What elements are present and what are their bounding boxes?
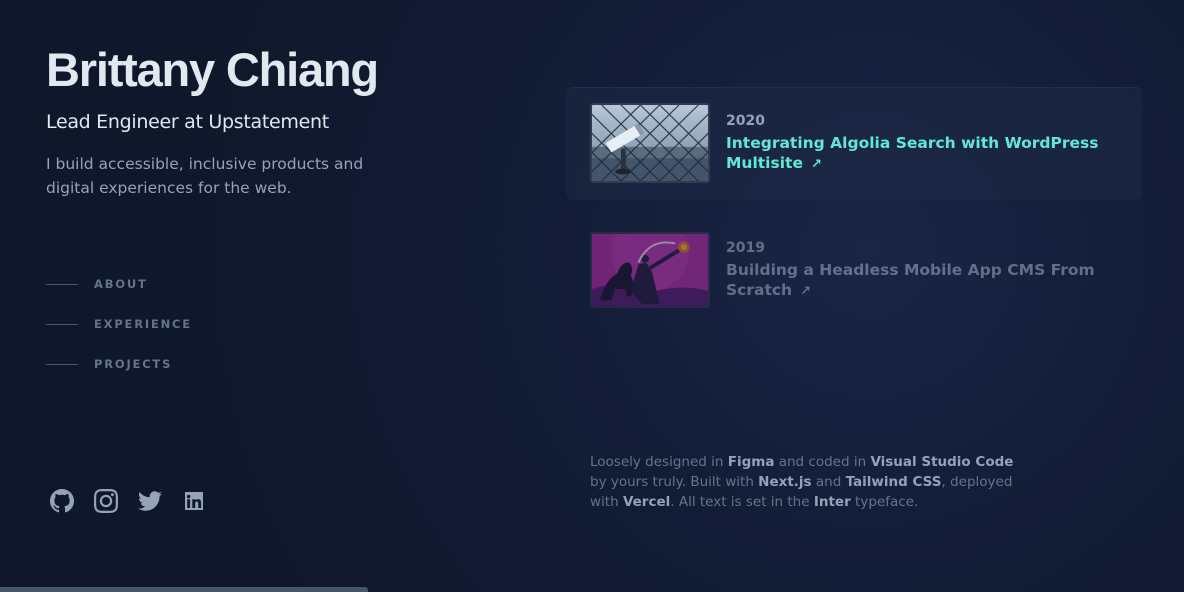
article-meta: 2019 Building a Headless Mobile App CMS … bbox=[726, 240, 1102, 302]
nav-item-label: EXPERIENCE bbox=[94, 317, 192, 331]
credits-text: typeface. bbox=[850, 494, 919, 510]
article-title: Integrating Algolia Search with WordPres… bbox=[726, 134, 1099, 172]
site-credits: Loosely designed in Figma and coded in V… bbox=[590, 452, 1020, 512]
article-thumbnail bbox=[590, 232, 710, 308]
external-link-arrow-icon: ↗ bbox=[810, 157, 822, 172]
credits-text: . All text is set in the bbox=[670, 494, 814, 510]
credits-text: Loosely designed in bbox=[590, 454, 728, 470]
instagram-icon[interactable] bbox=[94, 489, 118, 513]
nav-item-experience[interactable]: EXPERIENCE bbox=[46, 314, 192, 334]
article-year: 2019 bbox=[726, 240, 765, 256]
nav-indicator-line bbox=[46, 283, 78, 285]
horizontal-scrollbar[interactable] bbox=[0, 587, 368, 592]
article-year: 2020 bbox=[726, 113, 765, 129]
nav-indicator-line bbox=[46, 323, 78, 325]
name-heading: Brittany Chiang bbox=[46, 43, 379, 96]
vercel-link[interactable]: Vercel bbox=[623, 494, 670, 510]
nextjs-link[interactable]: Next.js bbox=[758, 474, 811, 490]
social-links bbox=[50, 489, 206, 513]
article-title-link[interactable]: Integrating Algolia Search with WordPres… bbox=[726, 133, 1102, 175]
credits-text: and coded in bbox=[774, 454, 871, 470]
nav-item-about[interactable]: ABOUT bbox=[46, 274, 192, 294]
figma-link[interactable]: Figma bbox=[728, 454, 775, 470]
twitter-icon[interactable] bbox=[138, 489, 162, 513]
inter-link[interactable]: Inter bbox=[814, 494, 851, 510]
linkedin-icon[interactable] bbox=[182, 489, 206, 513]
nav-indicator-line bbox=[46, 363, 78, 365]
external-link-arrow-icon: ↗ bbox=[800, 284, 811, 299]
nav-item-projects[interactable]: PROJECTS bbox=[46, 354, 192, 374]
article-meta: 2020 Integrating Algolia Search with Wor… bbox=[726, 113, 1102, 175]
article-title: Building a Headless Mobile App CMS From … bbox=[726, 261, 1095, 299]
nav-item-label: ABOUT bbox=[94, 277, 148, 291]
article-thumbnail bbox=[590, 103, 710, 183]
writing-card-headless-cms[interactable]: 2019 Building a Headless Mobile App CMS … bbox=[566, 218, 1142, 318]
tailwind-link[interactable]: Tailwind CSS bbox=[846, 474, 942, 490]
nav-item-label: PROJECTS bbox=[94, 357, 173, 371]
article-title-link[interactable]: Building a Headless Mobile App CMS From … bbox=[726, 260, 1102, 302]
credits-text: by yours truly. Built with bbox=[590, 474, 759, 490]
github-icon[interactable] bbox=[50, 489, 74, 513]
role-subtitle: Lead Engineer at Upstatement bbox=[46, 111, 329, 133]
writing-card-algolia[interactable]: 2020 Integrating Algolia Search with Wor… bbox=[566, 87, 1142, 200]
credits-text: and bbox=[811, 474, 846, 490]
section-nav: ABOUT EXPERIENCE PROJECTS bbox=[46, 274, 192, 394]
vscode-link[interactable]: Visual Studio Code bbox=[870, 454, 1013, 470]
tagline: I build accessible, inclusive products a… bbox=[46, 155, 364, 197]
